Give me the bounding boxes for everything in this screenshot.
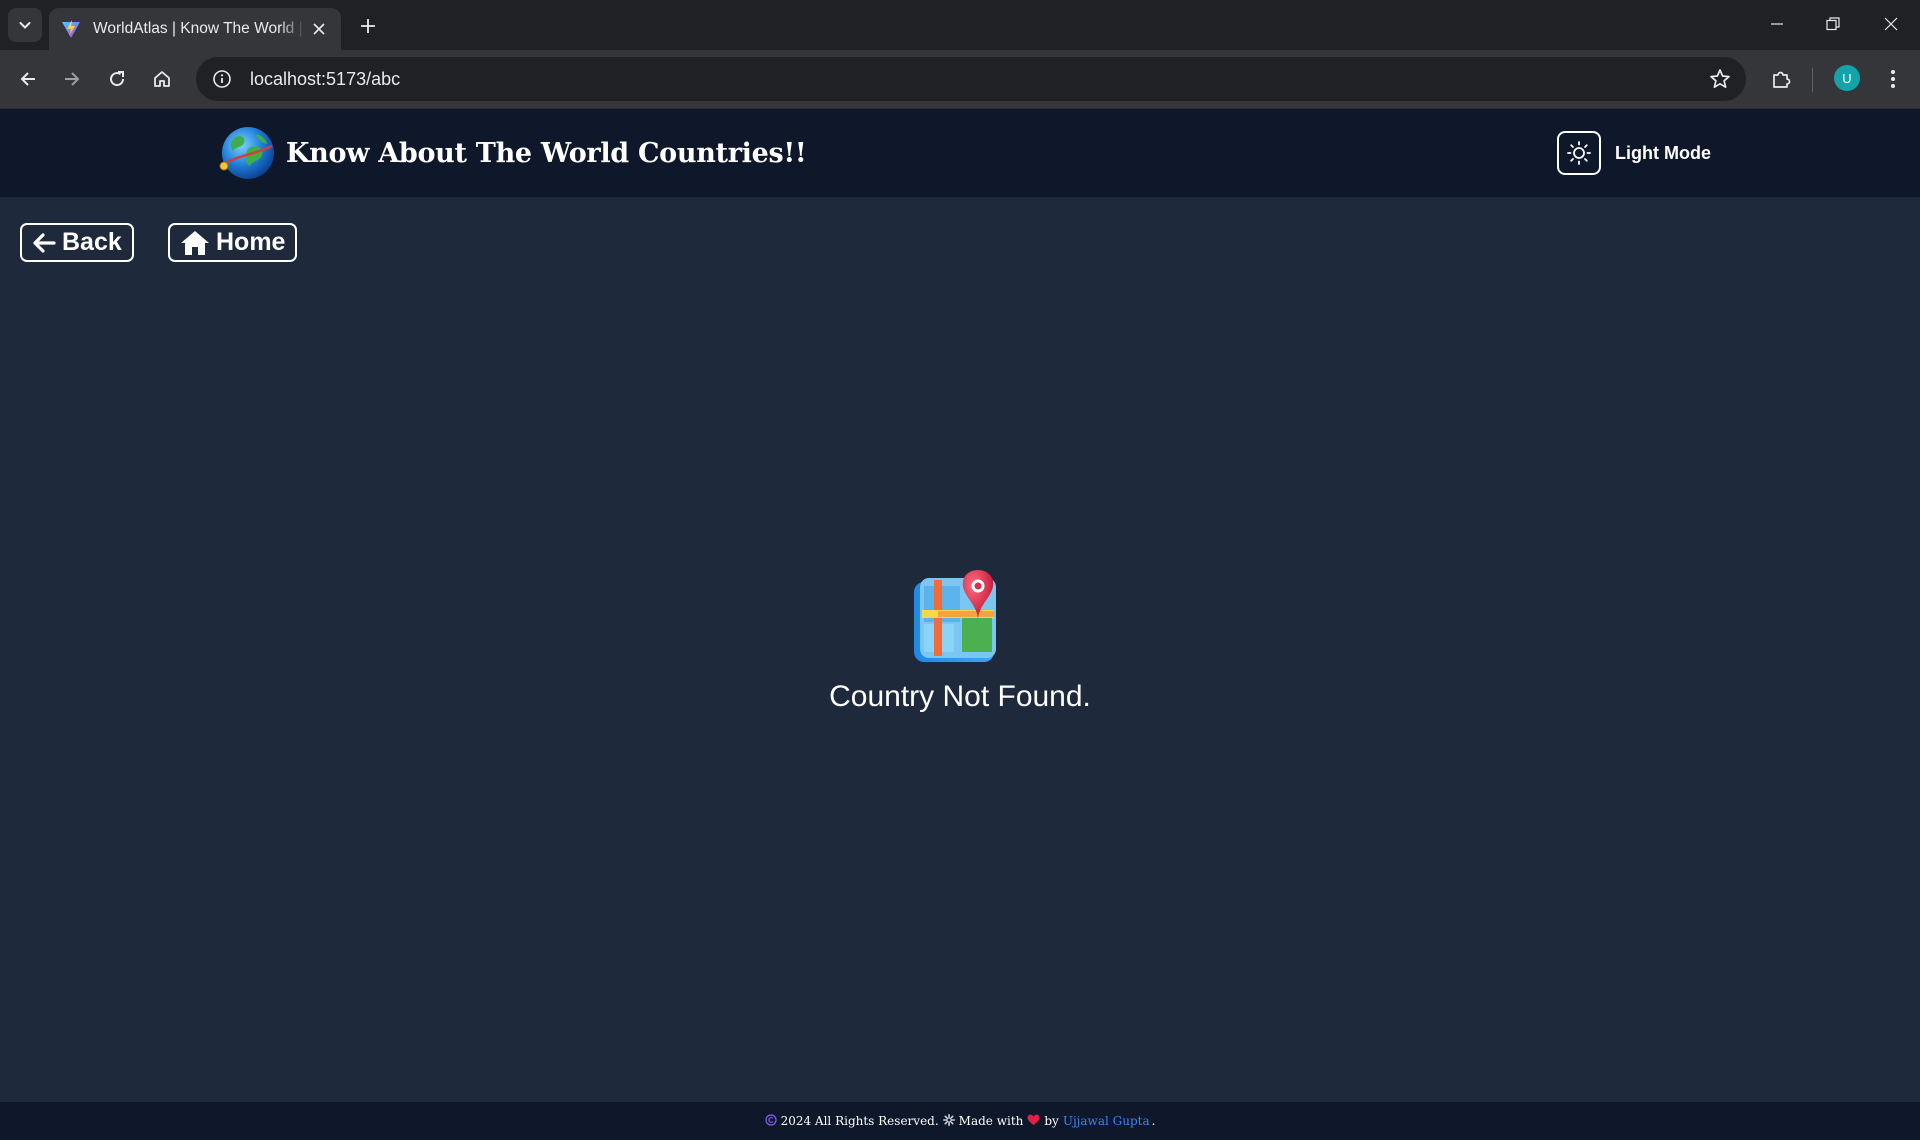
profile-avatar[interactable]: U [1834, 65, 1860, 91]
globe-logo-icon [219, 127, 274, 179]
tab-search-button[interactable] [8, 8, 42, 42]
footer-period: . [1151, 1114, 1156, 1128]
toolbar-divider [1812, 68, 1813, 92]
minimize-button[interactable] [1748, 0, 1806, 48]
world-map-pin-icon [914, 570, 996, 662]
not-found-message: Country Not Found. [0, 564, 1920, 714]
browser-chrome: WorldAtlas | Know The World | E localhos… [0, 0, 1920, 109]
home-button[interactable]: Home [168, 223, 298, 262]
browser-toolbar: localhost:5173/abc [0, 50, 1920, 109]
puzzle-icon [1773, 71, 1791, 88]
extensions-button[interactable] [1761, 59, 1801, 99]
brand[interactable]: Know About The World Countries!! [216, 124, 807, 182]
minimize-icon [1771, 23, 1783, 25]
browser-menu-button[interactable] [1873, 59, 1913, 99]
tab-close-button[interactable] [309, 19, 329, 39]
reload-button[interactable] [97, 59, 137, 99]
sun-icon [1567, 141, 1591, 165]
home-icon [154, 71, 170, 87]
arrow-right-icon [65, 72, 80, 86]
site-footer: 2024 All Rights Reserved. Made with by U… [0, 1102, 1920, 1140]
gear-icon [942, 1113, 955, 1129]
theme-toggle-label: Light Mode [1615, 142, 1711, 163]
copyright-text: 2024 All Rights Reserved. [780, 1114, 939, 1128]
vite-logo-icon [62, 20, 80, 38]
theme-toggle-button[interactable] [1557, 131, 1601, 175]
forward-nav-button[interactable] [52, 59, 92, 99]
address-bar[interactable]: localhost:5173/abc [196, 57, 1746, 101]
bookmark-star-icon[interactable] [1708, 67, 1732, 91]
tab-strip: WorldAtlas | Know The World | E [0, 0, 1920, 50]
home-nav-button[interactable] [142, 59, 182, 99]
tab-title: WorldAtlas | Know The World | E [93, 20, 305, 37]
back-nav-button[interactable] [8, 59, 48, 99]
page-viewport: Know About The World Countries!! Light M… [0, 109, 1920, 1140]
url-text: localhost:5173/abc [250, 68, 401, 89]
home-icon [180, 230, 210, 256]
made-with-text: Made with [958, 1114, 1024, 1128]
site-header: Know About The World Countries!! Light M… [0, 109, 1920, 197]
by-text: by [1044, 1114, 1059, 1128]
heart-icon [1027, 1114, 1040, 1129]
not-found-text: Country Not Found. [829, 680, 1091, 713]
new-tab-button[interactable] [352, 10, 384, 42]
close-icon [1884, 17, 1898, 31]
site-title: Know About The World Countries!! [286, 137, 807, 169]
arrow-left-icon [32, 232, 56, 254]
home-button-label: Home [216, 228, 286, 256]
browser-tab[interactable]: WorldAtlas | Know The World | E [49, 8, 341, 50]
theme-toggle[interactable]: Light Mode [1557, 131, 1711, 175]
restore-button[interactable] [1804, 0, 1862, 48]
restore-icon [1826, 17, 1840, 31]
plus-icon [361, 19, 375, 33]
site-info-icon[interactable] [200, 57, 244, 101]
reload-icon [110, 71, 125, 87]
close-icon [313, 23, 325, 35]
chevron-down-icon [19, 22, 31, 29]
author-link[interactable]: Ujjawal Gupta [1063, 1114, 1150, 1128]
close-window-button[interactable] [1862, 0, 1920, 48]
copyright-icon [764, 1113, 777, 1129]
more-vertical-icon [1891, 70, 1895, 88]
back-button[interactable]: Back [20, 223, 134, 262]
back-button-label: Back [62, 228, 122, 256]
arrow-left-icon [20, 72, 35, 86]
